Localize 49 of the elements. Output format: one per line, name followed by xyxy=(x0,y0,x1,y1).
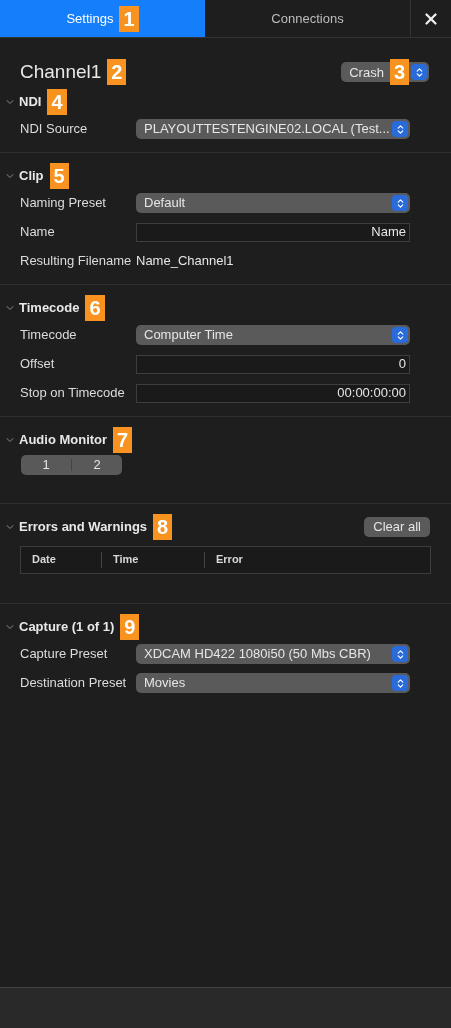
popup-menu[interactable]: Movies xyxy=(136,673,410,693)
callout-badge: 4 xyxy=(47,88,67,115)
column-header[interactable]: Date xyxy=(21,551,56,568)
column-header[interactable]: Time xyxy=(102,551,139,568)
crash-popup-button[interactable]: Crash 3 xyxy=(341,62,429,83)
section-title: Timecode xyxy=(19,298,80,317)
section-title: NDI xyxy=(19,92,42,111)
channel-title: Channel1 xyxy=(20,60,102,84)
field-label: Naming Preset xyxy=(19,194,107,213)
callout-badge: 7 xyxy=(113,426,133,453)
field-label: NDI Source xyxy=(19,120,89,139)
segment[interactable]: 1 xyxy=(21,454,71,475)
clear-all-button[interactable]: Clear all xyxy=(364,516,430,537)
callout-badge: 2 xyxy=(107,59,127,86)
section-title: Capture (1 of 1) xyxy=(19,617,115,636)
tab[interactable]: Settings 1 xyxy=(0,0,205,37)
section-title: Clip xyxy=(19,166,44,185)
section-title: Audio Monitor xyxy=(19,430,108,449)
stepper-icon xyxy=(411,64,427,81)
popup-menu[interactable]: PLAYOUTTESTENGINE02.LOCAL (Test... xyxy=(136,119,410,139)
callout-badge: 8 xyxy=(153,513,173,540)
stepper-icon xyxy=(392,646,408,662)
text-field[interactable]: Name xyxy=(136,222,410,242)
stepper-icon xyxy=(392,327,408,343)
popup-menu[interactable]: Computer Time xyxy=(136,325,410,345)
filename-value: Name_Channel1 xyxy=(136,252,234,271)
popup-menu[interactable]: XDCAM HD422 1080i50 (50 Mbs CBR) xyxy=(136,644,410,664)
field-label: Resulting Filename xyxy=(19,252,133,271)
stepper-icon xyxy=(392,675,408,691)
callout-badge: 5 xyxy=(49,162,69,189)
callout-badge: 9 xyxy=(120,613,140,640)
field-label: Name xyxy=(19,223,56,242)
column-header[interactable]: Error xyxy=(205,551,243,568)
field-label: Capture Preset xyxy=(19,645,109,664)
field-label: Offset xyxy=(19,355,56,374)
callout-badge: 1 xyxy=(119,5,139,32)
callout-badge: 6 xyxy=(85,294,105,321)
callout-badge: 3 xyxy=(389,59,409,86)
field-label: Destination Preset xyxy=(19,674,128,693)
field-label: Timecode xyxy=(19,326,78,345)
stepper-icon xyxy=(392,121,408,137)
segmented-control[interactable]: 1 2 xyxy=(21,454,122,475)
segment[interactable]: 2 xyxy=(72,454,122,475)
text-field[interactable]: 00:00:00:00 xyxy=(136,383,410,403)
field-label: Stop on Timecode xyxy=(19,384,126,403)
section-title: Errors and Warnings xyxy=(19,517,148,536)
popup-menu[interactable]: Default xyxy=(136,193,410,213)
text-field[interactable]: 0 xyxy=(136,354,410,374)
stepper-icon xyxy=(392,195,408,211)
